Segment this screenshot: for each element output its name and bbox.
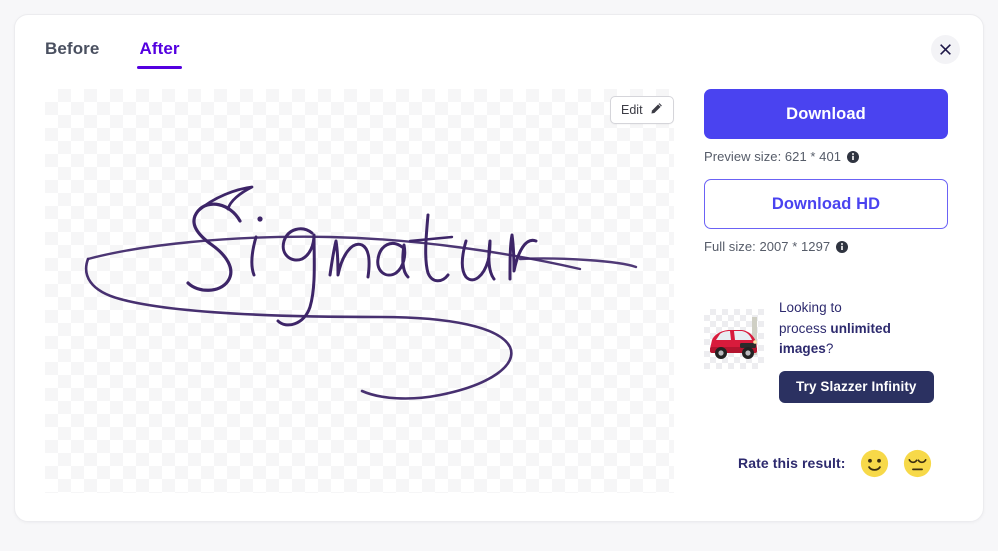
download-button[interactable]: Download [704,89,948,139]
signature-image [80,141,640,441]
result-modal-card: Before After Edit Download Preview size:… [14,14,984,522]
promo-text: Looking to process unlimited images? [779,298,948,360]
tab-before[interactable]: Before [43,35,101,69]
image-preview-area[interactable] [45,89,674,493]
slightly-smiling-face-icon [860,449,889,478]
edit-button[interactable]: Edit [610,96,674,124]
tab-bar: Before After [43,35,182,69]
edit-button-label: Edit [621,103,643,117]
download-hd-button[interactable]: Download HD [704,179,948,229]
pensive-face-icon [903,449,932,478]
promo-body: Looking to process unlimited images? Try… [779,298,948,403]
promo-car-thumbnail [704,309,764,369]
preview-size-text: Preview size: 621 * 401 [704,149,842,164]
close-button[interactable] [931,35,960,64]
promo-line-3-bold: images [779,341,826,357]
rating-row: Rate this result: [738,449,948,478]
rating-label: Rate this result: [738,455,846,472]
full-size-note: Full size: 2007 * 1297 [704,239,948,254]
rate-negative-button[interactable] [903,449,932,478]
promo-line-3-post: ? [825,341,834,357]
promo-line-2-pre: process [779,320,831,336]
try-slazzer-infinity-button[interactable]: Try Slazzer Infinity [779,370,934,403]
preview-size-note: Preview size: 621 * 401 [704,149,948,164]
promo-banner: Looking to process unlimited images? Try… [704,298,948,403]
promo-line-1: Looking to [779,300,842,315]
info-icon[interactable] [847,150,860,163]
info-icon[interactable] [836,240,849,253]
actions-panel: Download Preview size: 621 * 401 Downloa… [704,89,948,478]
tab-after[interactable]: After [137,35,182,69]
pencil-icon [650,102,663,118]
full-size-text: Full size: 2007 * 1297 [704,239,831,254]
rate-positive-button[interactable] [860,449,889,478]
close-icon [939,43,952,56]
promo-line-2-bold: unlimited [830,320,891,336]
